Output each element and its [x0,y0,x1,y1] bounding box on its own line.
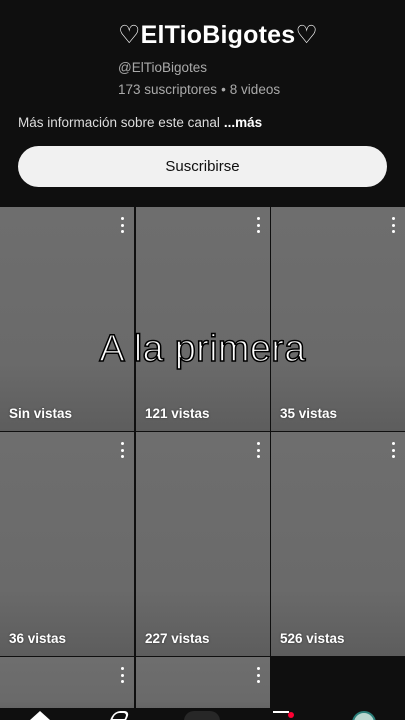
video-count: 8 videos [229,82,281,97]
home-icon[interactable] [30,711,50,720]
more-vert-icon[interactable] [389,442,397,458]
more-vert-icon[interactable] [389,217,397,233]
view-count: Sin vistas [9,406,73,421]
channel-name: ♡ElTioBigotes♡ [118,21,318,49]
video-tile[interactable]: 36 vistas [0,432,134,656]
subscriptions-icon[interactable] [273,711,289,719]
subscribe-button[interactable]: Suscribirse [18,146,387,187]
more-vert-icon[interactable] [118,217,126,233]
more-vert-icon[interactable] [254,667,262,683]
channel-header: ♡ElTioBigotes♡ @ElTioBigotes 173 suscrip… [0,0,405,206]
more-link[interactable]: ...más [224,115,262,130]
video-tile[interactable]: 35 vistas [271,207,405,431]
subscriber-count: 173 suscriptores [118,82,218,97]
avatar-icon[interactable] [352,711,376,720]
more-vert-icon[interactable] [254,217,262,233]
video-tile[interactable]: 227 vistas [136,432,270,656]
video-tile[interactable]: 121 vistas [136,207,270,431]
video-grid: Sin vistas 121 vistas 35 vistas 36 vista… [0,207,405,720]
more-vert-icon[interactable] [118,667,126,683]
channel-stats: 173 suscriptores • 8 videos [118,82,280,97]
view-count: 36 vistas [9,631,67,646]
notification-dot [288,712,294,718]
channel-handle: @ElTioBigotes [118,60,207,75]
video-tile[interactable]: 526 vistas [271,432,405,656]
video-tile[interactable]: Sin vistas [0,207,134,431]
channel-description[interactable]: Más información sobre este canal ...más [18,115,262,130]
view-count: 121 vistas [145,406,210,421]
create-icon[interactable] [184,711,220,720]
more-vert-icon[interactable] [254,442,262,458]
view-count: 227 vistas [145,631,210,646]
view-count: 35 vistas [280,406,338,421]
bottom-nav [0,708,405,720]
view-count: 526 vistas [280,631,345,646]
stats-separator: • [221,82,226,97]
more-vert-icon[interactable] [118,442,126,458]
more-info-text: Más información sobre este canal [18,115,220,130]
shorts-icon[interactable] [109,711,131,720]
